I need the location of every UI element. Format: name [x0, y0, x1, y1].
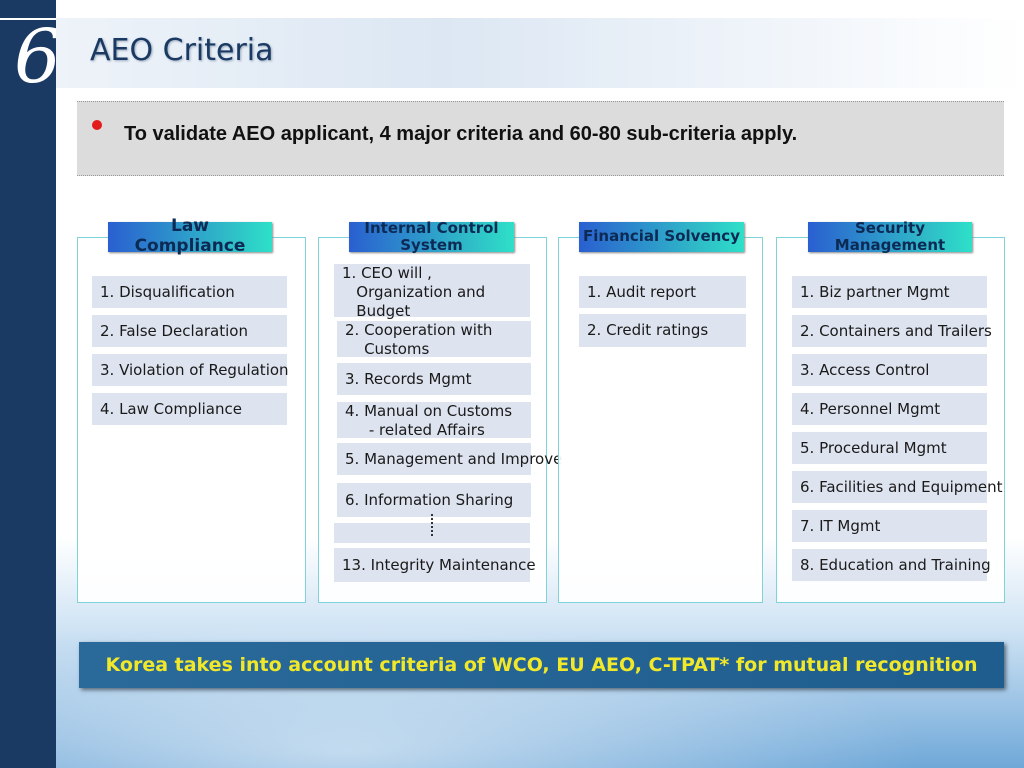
list-item: 13. Integrity Maintenance — [334, 548, 536, 582]
list-item: 6. Facilities and Equipment — [792, 471, 1003, 503]
list-item: 4. Personnel Mgmt — [792, 393, 987, 425]
list-item: 5. Management and Improve — [337, 443, 562, 475]
bullet-icon — [92, 120, 102, 130]
footer-text: Korea takes into account criteria of WCO… — [105, 654, 978, 676]
list-item: 3. Access Control — [792, 354, 987, 386]
summary-text: To validate AEO applicant, 4 major crite… — [124, 123, 798, 145]
sidebar — [0, 0, 56, 768]
footer-banner: Korea takes into account criteria of WCO… — [79, 642, 1004, 688]
ellipsis-dots — [431, 514, 435, 536]
list-item: 7. IT Mgmt — [792, 510, 987, 542]
internal-control-label: Internal Control System — [349, 219, 514, 254]
slide-number: 6 — [14, 14, 62, 100]
list-item: 3. Records Mgmt — [337, 363, 531, 395]
list-item: 4. Manual on Customs - related Affairs — [337, 402, 531, 439]
list-item: 4. Law Compliance — [92, 393, 287, 425]
page-title: AEO Criteria — [90, 33, 274, 68]
list-item: 3. Violation of Regulation — [92, 354, 289, 386]
list-item: 5. Procedural Mgmt — [792, 432, 987, 464]
security-management-label: Security Management — [808, 219, 972, 254]
list-item: 6. Information Sharing — [337, 483, 531, 517]
list-item: 1. Biz partner Mgmt — [792, 276, 987, 308]
list-item: 1. CEO will , Organization and Budget — [334, 264, 530, 320]
list-item: 1. Audit report — [579, 276, 746, 308]
list-item: 2. Cooperation with Customs — [337, 321, 531, 358]
list-item: 8. Education and Training — [792, 549, 991, 581]
financial-solvency-label: Financial Solvency — [579, 222, 744, 252]
list-item: 2. False Declaration — [92, 315, 287, 347]
list-item: 1. Disqualification — [92, 276, 287, 308]
law-compliance-label: Law Compliance — [108, 217, 272, 256]
list-item: 2. Credit ratings — [579, 314, 746, 347]
list-item: 2. Containers and Trailers — [792, 315, 992, 347]
